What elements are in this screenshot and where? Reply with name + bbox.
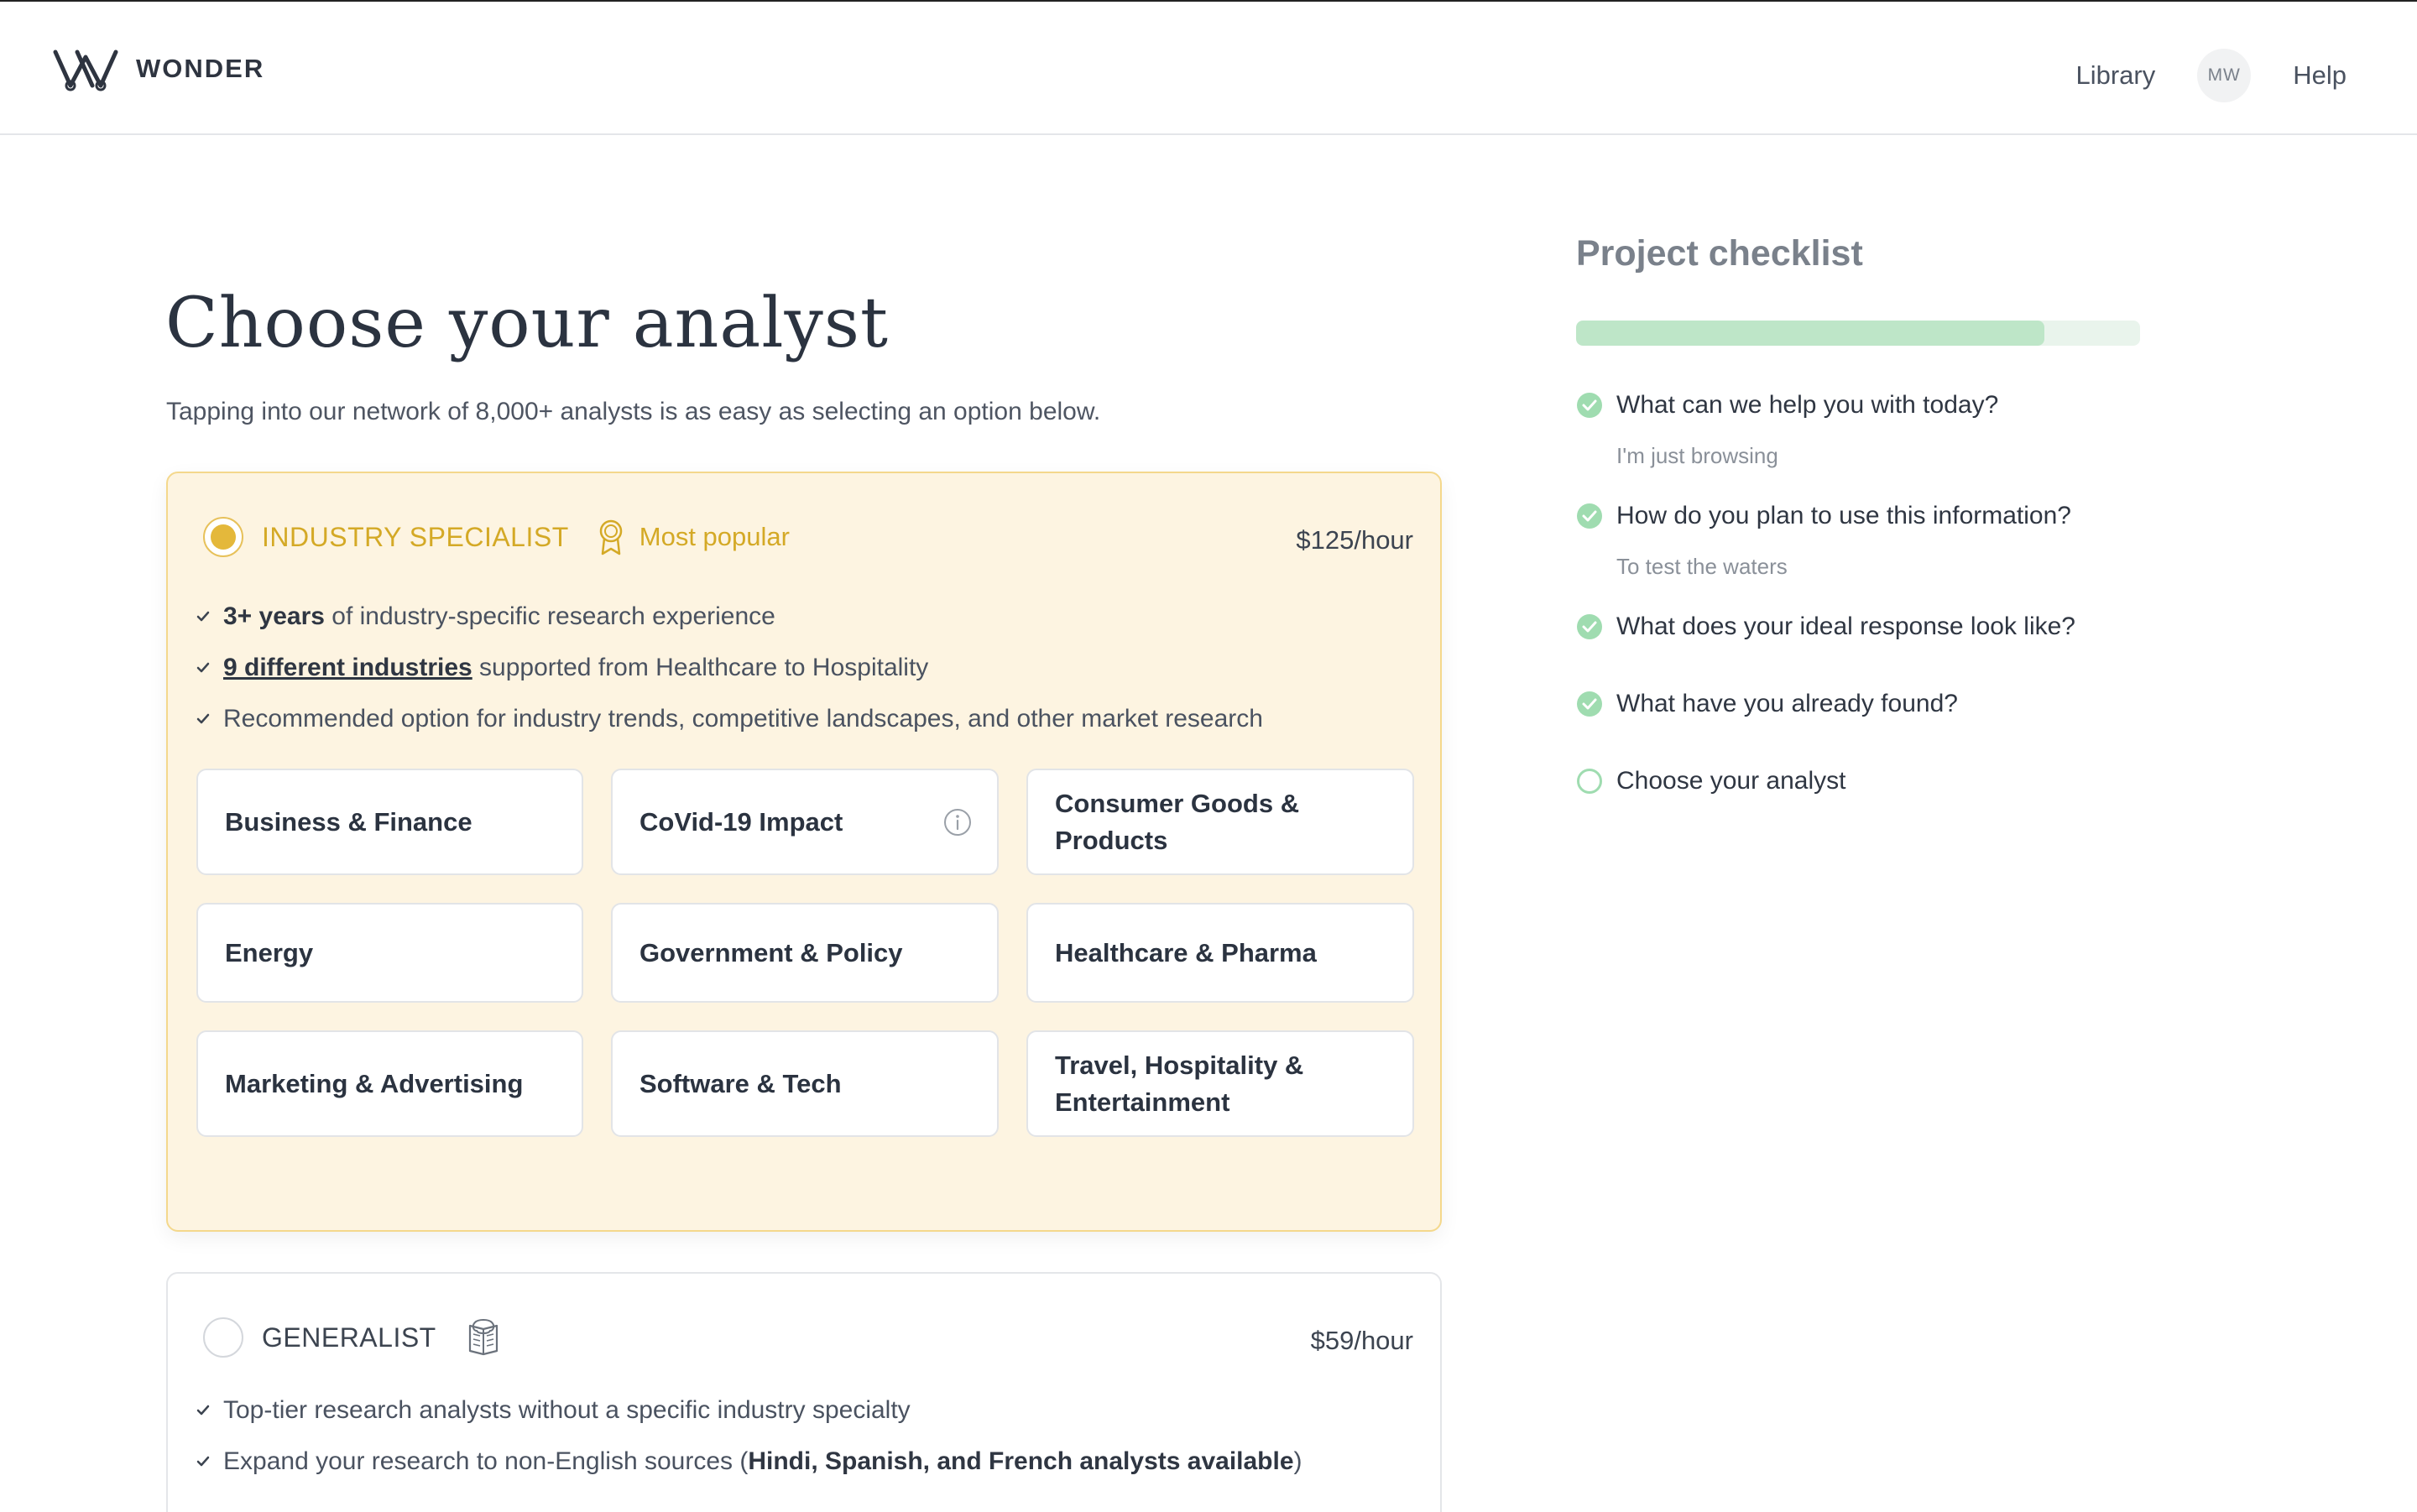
check-circle-icon (1577, 503, 1602, 529)
radio-selected-dot (211, 524, 236, 550)
checkmark-icon (196, 713, 210, 723)
industry-tile-marketing-advertising[interactable]: Marketing & Advertising (196, 1030, 583, 1137)
checklist-item[interactable]: What have you already found? (1576, 690, 1958, 718)
checklist-title: Project checklist (1576, 233, 1863, 274)
feature-item: Recommended option for industry trends, … (195, 693, 1263, 744)
feature-text: supported from Healthcare to Hospitality (472, 653, 929, 681)
industry-tile-energy[interactable]: Energy (196, 903, 583, 1003)
feature-text: ) (1293, 1447, 1302, 1475)
most-popular-badge: Most popular (639, 522, 790, 551)
brain-book-icon (468, 1319, 498, 1356)
checklist-item-label: What have you already found? (1616, 690, 1958, 717)
feature-item: 3+ years of industry-specific research e… (195, 591, 1263, 642)
feature-item: Expand your research to non-English sour… (195, 1436, 1302, 1487)
specialist-tier-name: INDUSTRY SPECIALIST (262, 521, 569, 552)
generalist-tier-name: GENERALIST (262, 1322, 436, 1353)
page-subtitle: Tapping into our network of 8,000+ analy… (166, 398, 1101, 425)
brand-name: WONDER (136, 54, 265, 83)
industry-specialist-option-card[interactable]: INDUSTRY SPECIALIST Most popular $125/ho… (166, 472, 1442, 1232)
feature-emphasis: 3+ years (223, 602, 325, 630)
checkmark-icon (196, 1405, 210, 1415)
award-ribbon-icon (599, 519, 622, 555)
checkmark-icon (196, 611, 210, 621)
industry-tile-covid-impact[interactable]: CoVid-19 Impact (611, 769, 999, 875)
generalist-features-list: Top-tier research analysts without a spe… (195, 1384, 1302, 1487)
info-icon[interactable] (943, 808, 972, 837)
checklist-item-answer: I'm just browsing (1616, 443, 1778, 468)
generalist-card-header: GENERALIST (203, 1317, 502, 1358)
industry-tile-label: CoVid-19 Impact (639, 806, 843, 837)
specialist-radio[interactable] (203, 517, 243, 557)
generalist-option-card[interactable]: GENERALIST $59/hour Top-tier research an… (166, 1272, 1442, 1512)
wonder-logo-icon (53, 50, 118, 91)
specialist-card-header: INDUSTRY SPECIALIST Most popular (203, 517, 790, 557)
industry-tile-healthcare-pharma[interactable]: Healthcare & Pharma (1026, 903, 1414, 1003)
checklist-item-answer: To test the waters (1616, 554, 1788, 579)
industries-link[interactable]: 9 different industries (223, 654, 472, 681)
checkmark-icon (196, 1456, 210, 1466)
feature-text: Recommended option for industry trends, … (223, 704, 1263, 733)
feature-item: 9 different industries supported from He… (195, 642, 1263, 693)
page-title: Choose your analyst (165, 284, 889, 363)
check-circle-icon (1577, 614, 1602, 639)
checklist-item-label: Choose your analyst (1616, 767, 1846, 795)
industry-grid: Business & Finance CoVid-19 Impact Consu… (196, 769, 1415, 1137)
checklist-item-label: What can we help you with today? (1616, 391, 1999, 419)
industry-tile-travel-hospitality[interactable]: Travel, Hospitality & Entertainment (1026, 1030, 1414, 1137)
industry-tile-business-finance[interactable]: Business & Finance (196, 769, 583, 875)
checklist-item[interactable]: What can we help you with today? (1576, 391, 1998, 420)
checkmark-icon (196, 662, 210, 672)
specialist-price: $125/hour (1296, 525, 1413, 555)
feature-item: Top-tier research analysts without a spe… (195, 1384, 1302, 1436)
generalist-price: $59/hour (1310, 1326, 1413, 1355)
header-nav: Library MW Help (2075, 49, 2347, 102)
industry-tile-software-tech[interactable]: Software & Tech (611, 1030, 999, 1137)
nav-library-link[interactable]: Library (2075, 60, 2155, 91)
check-circle-icon (1577, 393, 1602, 418)
checklist-item-label: What does your ideal response look like? (1616, 613, 2075, 640)
user-avatar[interactable]: MW (2197, 49, 2252, 102)
checklist-item-label: How do you plan to use this information? (1616, 502, 2071, 529)
checklist-progress-bar (1576, 321, 2140, 346)
checklist-item[interactable]: How do you plan to use this information? (1576, 502, 2071, 530)
specialist-features-list: 3+ years of industry-specific research e… (195, 591, 1263, 744)
checklist-item[interactable]: What does your ideal response look like? (1576, 613, 2075, 641)
nav-help-link[interactable]: Help (2293, 60, 2347, 91)
industry-tile-consumer-goods[interactable]: Consumer Goods & Products (1026, 769, 1414, 875)
generalist-radio[interactable] (203, 1317, 243, 1358)
top-nav-bar: WONDER Library MW Help (0, 0, 2417, 135)
feature-emphasis: Hindi, Spanish, and French analysts avai… (748, 1447, 1294, 1475)
feature-text: Top-tier research analysts without a spe… (223, 1395, 911, 1424)
empty-circle-icon (1577, 769, 1602, 794)
check-circle-icon (1577, 691, 1602, 717)
feature-text: Expand your research to non-English sour… (223, 1447, 749, 1475)
wonder-logo[interactable]: WONDER (52, 45, 264, 92)
feature-text: of industry-specific research experience (324, 602, 775, 630)
checklist-item[interactable]: Choose your analyst (1576, 767, 1846, 795)
industry-tile-government-policy[interactable]: Government & Policy (611, 903, 999, 1003)
progress-fill (1576, 321, 2044, 346)
